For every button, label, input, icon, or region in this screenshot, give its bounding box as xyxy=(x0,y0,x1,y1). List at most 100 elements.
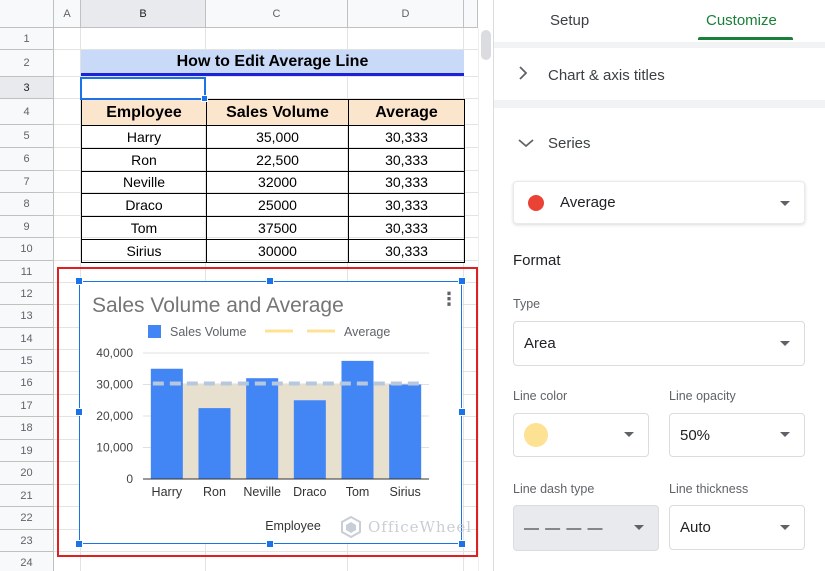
column-header-a[interactable]: A xyxy=(54,0,81,28)
column-header-d[interactable]: D xyxy=(348,0,464,28)
x-tick-label: Tom xyxy=(346,485,370,499)
chart-resize-handle-tl[interactable] xyxy=(75,277,83,285)
chart-resize-handle-tr[interactable] xyxy=(458,277,466,285)
chart-editor-panel: Setup Customize Chart & axis titles Seri… xyxy=(493,0,825,571)
chart-resize-handle-l[interactable] xyxy=(75,408,83,416)
table-cell[interactable]: 22,500 xyxy=(206,147,349,172)
row-header-9[interactable]: 9 xyxy=(0,216,54,238)
chart-resize-handle-r[interactable] xyxy=(458,408,466,416)
fill-handle[interactable] xyxy=(201,95,208,102)
bar-ron xyxy=(198,408,231,479)
header-employee[interactable]: Employee xyxy=(81,99,207,126)
row-header-7[interactable]: 7 xyxy=(0,171,54,193)
series-select-dropdown[interactable]: Average xyxy=(513,181,805,224)
row-header-12[interactable]: 12 xyxy=(0,283,54,305)
chart-axis-titles-section[interactable]: Chart & axis titles xyxy=(494,48,825,100)
chart-resize-handle-b[interactable] xyxy=(266,540,274,548)
select-all-corner[interactable] xyxy=(0,0,54,28)
y-tick-label: 40,000 xyxy=(96,346,133,360)
table-cell[interactable]: Harry xyxy=(81,125,207,149)
line-thickness-label: Line thickness xyxy=(669,482,749,496)
chart-resize-handle-t[interactable] xyxy=(266,277,274,285)
row-header-16[interactable]: 16 xyxy=(0,372,54,395)
bar-neville xyxy=(246,378,279,479)
selected-cell-b3[interactable] xyxy=(80,77,206,100)
row-header-2[interactable]: 2 xyxy=(0,50,54,77)
row-header-11[interactable]: 11 xyxy=(0,261,54,283)
table-cell[interactable]: Tom xyxy=(81,216,207,240)
row-header-17[interactable]: 17 xyxy=(0,395,54,417)
table-cell[interactable]: Neville xyxy=(81,170,207,195)
format-heading: Format xyxy=(513,252,561,269)
row-header-23[interactable]: 23 xyxy=(0,530,54,552)
table-cell[interactable]: 30,333 xyxy=(348,147,465,172)
table-row: Harry 35,000 30,333 xyxy=(81,125,465,149)
table-cell[interactable]: Draco xyxy=(81,193,207,218)
table-row: Ron 22,500 30,333 xyxy=(81,147,465,172)
row-header-22[interactable]: 22 xyxy=(0,507,54,530)
table-row: Sirius 30000 30,333 xyxy=(81,238,465,263)
table-cell[interactable]: 25000 xyxy=(206,193,349,218)
vertical-scrollbar[interactable] xyxy=(478,28,493,571)
row-header-14[interactable]: 14 xyxy=(0,328,54,350)
line-thickness-caret-icon xyxy=(780,524,790,530)
type-dropdown[interactable]: Area xyxy=(513,321,805,366)
line-dash-type-dropdown[interactable]: — — — — xyxy=(513,505,659,551)
row-header-19[interactable]: 19 xyxy=(0,440,54,462)
row-header-10[interactable]: 10 xyxy=(0,238,54,261)
row-header-4[interactable]: 4 xyxy=(0,99,54,125)
spreadsheet-grid[interactable]: A B C D 1 2 3 4 5 6 7 8 9 10 11 12 13 14 15 16 17 18 19 20 2… xyxy=(0,0,493,571)
table-cell[interactable]: 30000 xyxy=(206,238,349,263)
table-row: Draco 25000 30,333 xyxy=(81,193,465,218)
x-tick-label: Sirius xyxy=(390,485,421,499)
series-label: Series xyxy=(548,134,591,152)
active-tab-indicator xyxy=(698,37,793,40)
chart-resize-handle-br[interactable] xyxy=(458,540,466,548)
row-header-6[interactable]: 6 xyxy=(0,148,54,171)
row-header-18[interactable]: 18 xyxy=(0,417,54,440)
scrollbar-thumb[interactable] xyxy=(481,30,491,60)
row-header-15[interactable]: 15 xyxy=(0,350,54,372)
line-opacity-dropdown[interactable]: 50% xyxy=(669,413,805,457)
column-header-e[interactable] xyxy=(464,0,478,28)
line-color-dropdown[interactable] xyxy=(513,413,649,457)
column-header-b[interactable]: B xyxy=(81,0,206,28)
table-cell[interactable]: 35,000 xyxy=(206,125,349,149)
row-header-5[interactable]: 5 xyxy=(0,125,54,148)
row-header-13[interactable]: 13 xyxy=(0,305,54,328)
table-cell[interactable]: 30,333 xyxy=(348,193,465,218)
row-header-20[interactable]: 20 xyxy=(0,462,54,485)
table-cell[interactable]: 30,333 xyxy=(348,238,465,263)
chart-resize-handle-bl[interactable] xyxy=(75,540,83,548)
table-cell[interactable]: 32000 xyxy=(206,170,349,195)
sheet-title-cell[interactable]: How to Edit Average Line xyxy=(81,50,464,76)
row-header-3[interactable]: 3 xyxy=(0,77,54,99)
bar-sirius xyxy=(389,384,422,479)
row-header-1[interactable]: 1 xyxy=(0,28,54,50)
table-cell[interactable]: 37500 xyxy=(206,216,349,240)
type-dropdown-caret-icon xyxy=(780,340,790,346)
table-cell[interactable]: Ron xyxy=(81,147,207,172)
table-cell[interactable]: 30,333 xyxy=(348,216,465,240)
line-opacity-caret-icon xyxy=(780,432,790,437)
legend-label-average: Average xyxy=(344,325,390,339)
header-sales-volume[interactable]: Sales Volume xyxy=(206,99,349,126)
table-cell[interactable]: 30,333 xyxy=(348,125,465,149)
column-header-c[interactable]: C xyxy=(206,0,348,28)
tab-setup[interactable]: Setup xyxy=(550,12,589,29)
line-thickness-dropdown[interactable]: Auto xyxy=(669,505,805,550)
series-header[interactable]: Series xyxy=(518,133,591,153)
table-row: Tom 37500 30,333 xyxy=(81,216,465,240)
tab-customize[interactable]: Customize xyxy=(706,12,777,29)
row-header-8[interactable]: 8 xyxy=(0,193,54,216)
x-tick-label: Ron xyxy=(203,485,226,499)
row-header-24[interactable]: 24 xyxy=(0,552,54,571)
table-cell[interactable]: Sirius xyxy=(81,238,207,263)
table-cell[interactable]: 30,333 xyxy=(348,170,465,195)
type-label: Type xyxy=(513,297,541,311)
editor-tabs: Setup Customize xyxy=(494,0,825,42)
chart-more-options-icon[interactable]: ⋮ xyxy=(440,289,458,309)
row-header-21[interactable]: 21 xyxy=(0,485,54,507)
header-average[interactable]: Average xyxy=(348,99,465,126)
series-dropdown-caret-icon xyxy=(780,201,790,206)
